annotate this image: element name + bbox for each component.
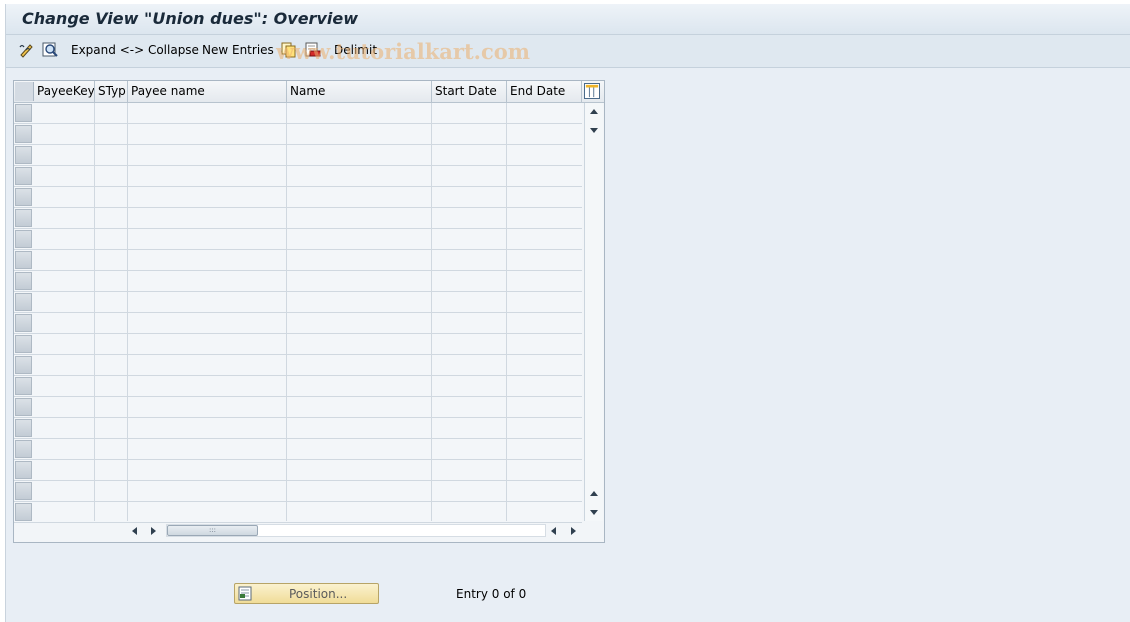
horizontal-scrollbar[interactable]: ::: (14, 521, 604, 541)
table-row[interactable] (14, 376, 582, 397)
table-row[interactable] (14, 292, 582, 313)
table-header: PayeeKey STyp Payee name Name Start Date… (14, 81, 604, 103)
table-row[interactable] (14, 355, 582, 376)
table-settings-icon[interactable] (584, 83, 600, 99)
display-change-icon[interactable] (18, 41, 36, 59)
row-selector[interactable] (15, 272, 32, 290)
row-selector[interactable] (15, 377, 32, 395)
row-selector[interactable] (15, 482, 32, 500)
table-row[interactable] (14, 187, 582, 208)
scroll-track[interactable]: ::: (166, 524, 546, 537)
page-title: Change View "Union dues": Overview (22, 9, 358, 28)
row-selector[interactable] (15, 188, 32, 206)
position-icon (238, 586, 252, 601)
table-row[interactable] (14, 166, 582, 187)
table-row[interactable] (14, 334, 582, 355)
table-control: PayeeKey STyp Payee name Name Start Date… (13, 80, 605, 543)
row-selector[interactable] (15, 104, 32, 122)
row-selector[interactable] (15, 335, 32, 353)
table-row[interactable] (14, 208, 582, 229)
vertical-scrollbar[interactable] (584, 103, 603, 521)
column-header-end-date[interactable]: End Date (507, 81, 582, 102)
select-all-cell[interactable] (15, 82, 34, 101)
page-up-icon[interactable] (590, 491, 598, 496)
scroll-left-end-icon[interactable] (551, 527, 556, 535)
column-header-styp[interactable]: STyp (95, 81, 128, 102)
column-divider (94, 103, 95, 521)
row-selector[interactable] (15, 419, 32, 437)
row-selector[interactable] (15, 125, 32, 143)
table-row[interactable] (14, 481, 582, 502)
column-header-start-date[interactable]: Start Date (432, 81, 507, 102)
row-selector[interactable] (15, 503, 32, 521)
row-selector[interactable] (15, 356, 32, 374)
row-selector[interactable] (15, 440, 32, 458)
row-selector[interactable] (15, 167, 32, 185)
table-row[interactable] (14, 229, 582, 250)
position-button[interactable]: Position... (234, 583, 379, 604)
table-row[interactable] (14, 439, 582, 460)
entry-status: Entry 0 of 0 (456, 587, 527, 601)
scroll-down-icon[interactable] (590, 128, 598, 133)
column-header-name[interactable]: Name (287, 81, 432, 102)
expand-collapse-button[interactable]: Expand <-> Collapse (71, 43, 199, 57)
new-entries-button[interactable]: New Entries (202, 43, 274, 57)
table-row[interactable] (14, 250, 582, 271)
column-divider (431, 103, 432, 521)
title-bar: Change View "Union dues": Overview (6, 4, 1130, 35)
table-row[interactable] (14, 502, 582, 523)
row-selector[interactable] (15, 461, 32, 479)
scroll-up-icon[interactable] (590, 109, 598, 114)
scroll-left-icon[interactable] (132, 527, 137, 535)
table-row[interactable] (14, 271, 582, 292)
table-row[interactable] (14, 145, 582, 166)
row-selector[interactable] (15, 209, 32, 227)
delete-icon[interactable] (304, 41, 322, 59)
table-body (14, 103, 582, 523)
column-header-payee-name[interactable]: Payee name (128, 81, 287, 102)
row-selector[interactable] (15, 314, 32, 332)
row-selector[interactable] (15, 146, 32, 164)
table-row[interactable] (14, 313, 582, 334)
scroll-right-end-icon[interactable] (571, 527, 576, 535)
table-row[interactable] (14, 418, 582, 439)
page-down-icon[interactable] (590, 510, 598, 515)
delimit-button[interactable]: Delimit (334, 43, 377, 57)
column-divider (286, 103, 287, 521)
column-divider (506, 103, 507, 521)
table-row[interactable] (14, 103, 582, 124)
column-header-payeekey[interactable]: PayeeKey (34, 81, 95, 102)
row-selector[interactable] (15, 398, 32, 416)
position-button-label: Position... (289, 587, 348, 601)
application-toolbar: Expand <-> Collapse New Entries Delimit … (6, 35, 1130, 68)
scroll-thumb[interactable]: ::: (167, 525, 258, 536)
column-divider (127, 103, 128, 521)
copy-icon[interactable] (280, 41, 298, 59)
table-row[interactable] (14, 124, 582, 145)
row-selector[interactable] (15, 251, 32, 269)
row-selector[interactable] (15, 293, 32, 311)
main-window: Change View "Union dues": Overview Expan… (5, 4, 1130, 622)
table-row[interactable] (14, 397, 582, 418)
scroll-right-icon[interactable] (151, 527, 156, 535)
find-icon[interactable] (41, 41, 59, 59)
table-row[interactable] (14, 460, 582, 481)
row-selector[interactable] (15, 230, 32, 248)
